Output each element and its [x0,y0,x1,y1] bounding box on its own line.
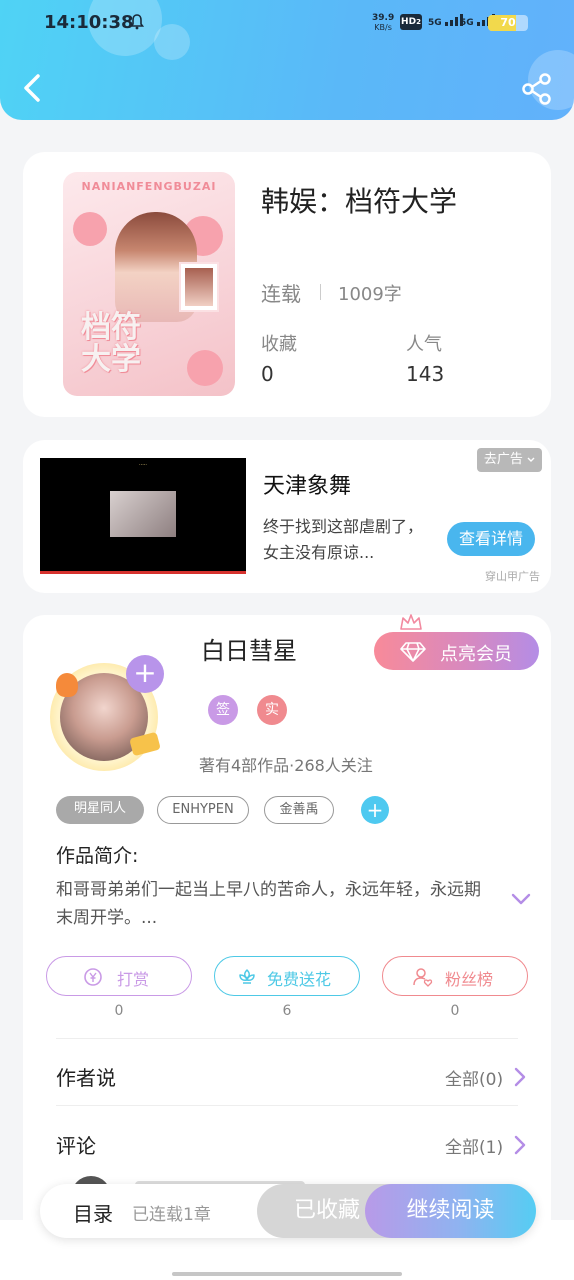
fan-ranking-label: 粉丝榜 [445,970,494,989]
diamond-icon [400,642,426,662]
tip-count: 0 [114,1003,124,1019]
battery-icon: 70 [488,15,528,31]
follow-button[interactable]: + [126,655,164,693]
intro-text: 和哥哥弟弟们一起当上早八的苦命人，永远年轻，永远期末周开学。... [56,880,481,928]
intro-label: 作品简介: [56,845,139,867]
vip-button-label: 点亮会员 [440,644,512,665]
chevron-right-icon[interactable] [513,1135,527,1155]
author-name: 白日彗星 [201,637,297,665]
verified-badge: 实 [257,695,287,725]
status-time: 14:10:38 [44,12,134,33]
toc-chapter-count: 已连载1章 [132,1205,211,1225]
fan-ranking-button[interactable]: 粉丝榜 [382,956,528,996]
header: 14:10:38 39.9 KB/s HD2 5G 5G 70 [0,0,574,120]
author-says-all-link[interactable]: 全部(0) [445,1065,503,1090]
bottom-action-bar: 目录 已连载1章 已收藏 继续阅读 [40,1184,536,1238]
sig1-label: 5G [428,18,442,28]
net-speed-unit: KB/s [374,23,392,32]
flower-count: 6 [282,1003,292,1019]
cover-decor [73,212,107,246]
ad-video-progress [40,571,246,574]
author-card: + 白日彗星 点亮会员 签 实 著有4部作品·268人关注 明星同人 ENHYP… [23,614,551,1280]
divider [320,284,321,300]
stat-value-favorites: 0 [261,362,274,386]
crown-icon [400,614,422,630]
comments-all-link[interactable]: 全部(1) [445,1133,503,1158]
fan-count: 0 [450,1003,460,1019]
stat-label-favorites: 收藏 [261,334,297,355]
hd-sub: 2 [416,18,421,26]
author-meta: 著有4部作品·268人关注 [199,756,373,775]
remove-ad-button[interactable]: 去广告 [477,448,542,472]
ad-details-button[interactable]: 查看详情 [447,522,535,556]
comments-label: 评论 [56,1134,96,1158]
send-flower-label: 免费送花 [267,970,332,989]
divider [56,1038,518,1039]
author-says-label: 作者说 [56,1066,116,1090]
book-word-count: 1009字 [338,284,402,305]
flower-icon [239,969,255,984]
tip-button[interactable]: 打赏 [46,956,192,996]
book-title: 韩娱：档符大学 [261,185,458,218]
chevron-down-icon[interactable] [511,892,531,906]
tag-item[interactable]: 金善禹 [264,796,334,824]
sig2-label: 5G [460,18,474,28]
battery-level: 70 [500,16,516,29]
hd-icon: HD2 [400,14,422,30]
signed-badge: 签 [208,695,238,725]
cover-decor [187,350,223,386]
ad-video-thumbnail[interactable]: ····· [40,458,246,574]
coin-icon [84,968,102,986]
cover-top-text: NANIANFENGBUZAI [81,180,217,193]
share-icon [522,73,551,105]
ad-card[interactable]: ····· 天津象舞 终于找到这部虐剧了，女主没有原谅... 查看详情 去广告 … [23,440,551,593]
chevron-right-icon[interactable] [513,1067,527,1087]
chevron-down-icon [527,457,535,462]
ad-video-frame [110,491,176,537]
book-cover[interactable]: NANIANFENGBUZAI 档符 大学 [63,172,235,396]
cover-inset-photo [179,262,219,312]
stat-label-popularity: 人气 [406,334,442,355]
ad-title: 天津象舞 [263,474,352,499]
ad-source: 穿山甲广告 [485,570,540,583]
avatar-decor [56,673,78,697]
cover-title-text: 档符 大学 [81,310,141,377]
user-heart-icon [413,968,433,987]
book-status: 连载 [261,282,301,306]
vip-button[interactable]: 点亮会员 [374,632,539,670]
ad-description: 终于找到这部虐剧了，女主没有原谅... [263,517,424,562]
toc-button[interactable]: 目录 [73,1198,113,1227]
tip-label: 打赏 [117,970,150,989]
net-speed-value: 39.9 [372,13,395,23]
tag-item[interactable]: 明星同人 [56,796,144,824]
home-indicator [172,1272,402,1276]
remove-ad-label: 去广告 [483,452,523,467]
add-tag-button[interactable]: + [361,796,389,824]
share-button[interactable] [520,72,554,106]
send-flower-button[interactable]: 免费送花 [214,956,360,996]
stat-value-popularity: 143 [406,362,445,386]
hd-label: HD [401,17,417,27]
divider [56,1105,518,1106]
chevron-left-icon [24,74,40,102]
tag-item[interactable]: ENHYPEN [157,796,249,824]
bell-icon [129,14,145,34]
book-info-card: NANIANFENGBUZAI 档符 大学 韩娱：档符大学 连载 1009字 收… [23,152,551,417]
net-speed: 39.9 KB/s [372,13,395,33]
status-bar: 14:10:38 39.9 KB/s HD2 5G 5G 70 [0,10,574,36]
continue-reading-button[interactable]: 继续阅读 [365,1184,536,1238]
ad-video-caption: ····· [139,462,147,468]
back-button[interactable] [18,70,48,106]
